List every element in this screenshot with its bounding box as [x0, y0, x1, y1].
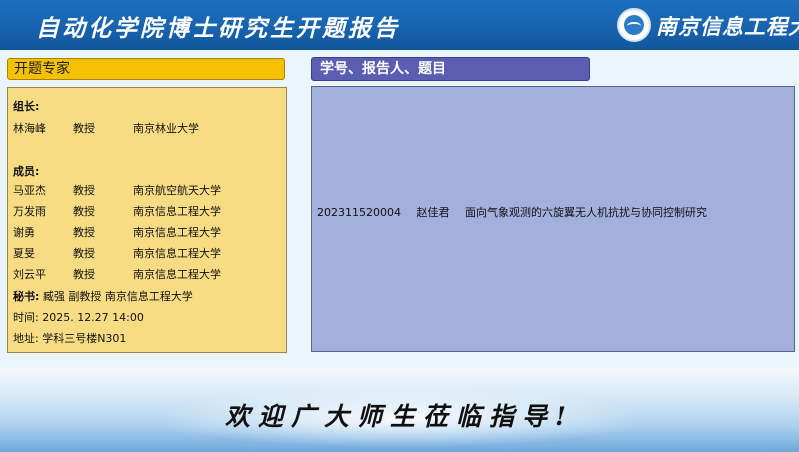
university-logo-text: 南京信息工程大学: [656, 14, 799, 39]
secretary-value: 臧强 副教授 南京信息工程大学: [42, 290, 193, 303]
student-id: 202311520004: [317, 206, 401, 219]
member-title: 教授: [73, 184, 95, 197]
footer-banner: 欢迎广大师生莅临指导!: [0, 368, 799, 452]
time-line: 时间: 2025. 12.27 14:00: [13, 311, 144, 324]
location-line: 地址: 学科三号楼N301: [13, 332, 127, 345]
page-title: 自动化学院博士研究生开题报告: [36, 15, 400, 42]
header-banner: 自动化学院博士研究生开题报告 南京信息工程大学: [0, 0, 799, 50]
members-label: 成员:: [13, 165, 40, 178]
member-row: 谢勇 教授 南京信息工程大学: [13, 224, 283, 239]
secretary-row: 秘书: 臧强 副教授 南京信息工程大学: [13, 288, 193, 304]
student-panel-heading: 学号、报告人、题目: [311, 57, 590, 81]
member-row: 万发雨 教授 南京信息工程大学: [13, 203, 283, 218]
welcome-message: 欢迎广大师生莅临指导!: [225, 402, 574, 431]
member-name: 马亚杰: [13, 184, 46, 197]
member-row: 夏旻 教授 南京信息工程大学: [13, 245, 283, 260]
emblem-arc: [627, 22, 641, 30]
member-affiliation: 南京信息工程大学: [133, 205, 221, 218]
member-name: 万发雨: [13, 205, 46, 218]
member-title: 教授: [73, 268, 95, 281]
experts-panel: 组长: 林海峰 教授 南京林业大学 成员: 马亚杰 教授 南京航空航天大学 万发…: [7, 87, 287, 353]
university-emblem-icon: [617, 8, 651, 42]
thesis-title: 面向气象观测的六旋翼无人机抗扰与协同控制研究: [464, 206, 707, 219]
leader-name: 林海峰: [13, 122, 46, 135]
member-title: 教授: [73, 226, 95, 239]
leader-label: 组长:: [13, 100, 40, 113]
member-row: 马亚杰 教授 南京航空航天大学: [13, 182, 283, 197]
secretary-label: 秘书:: [13, 290, 40, 303]
leader-affiliation: 南京林业大学: [133, 122, 199, 135]
student-name: 赵佳君: [416, 206, 450, 219]
experts-panel-heading: 开题专家: [7, 58, 285, 80]
member-name: 夏旻: [13, 247, 35, 260]
member-affiliation: 南京信息工程大学: [133, 268, 221, 281]
member-title: 教授: [73, 205, 95, 218]
member-affiliation: 南京航空航天大学: [133, 184, 221, 197]
member-affiliation: 南京信息工程大学: [133, 226, 221, 239]
student-panel: 202311520004 赵佳君 面向气象观测的六旋翼无人机抗扰与协同控制研究: [311, 86, 795, 352]
member-name: 谢勇: [13, 226, 35, 239]
member-affiliation: 南京信息工程大学: [133, 247, 221, 260]
leader-row: 林海峰 教授 南京林业大学: [13, 120, 283, 135]
member-title: 教授: [73, 247, 95, 260]
member-name: 刘云平: [13, 268, 46, 281]
member-row: 刘云平 教授 南京信息工程大学: [13, 266, 283, 281]
leader-title: 教授: [73, 122, 95, 135]
student-entry: 202311520004 赵佳君 面向气象观测的六旋翼无人机抗扰与协同控制研究: [317, 204, 719, 220]
